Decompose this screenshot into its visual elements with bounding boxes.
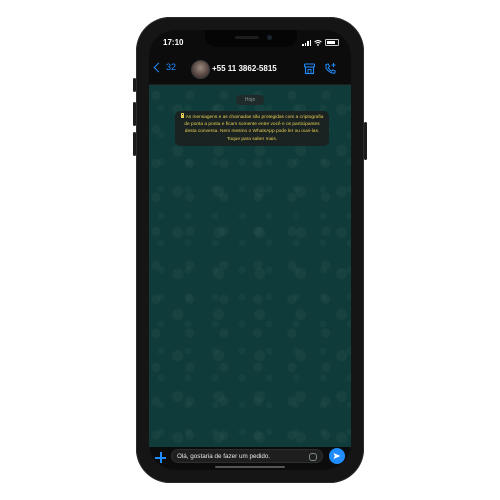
power-button <box>364 122 367 160</box>
date-label: Hoje <box>236 95 264 105</box>
chat-area[interactable]: Hoje As mensagens e as chamadas são prot… <box>149 85 351 447</box>
phone-screen: 17:10 32 +55 11 3862-5815 Hoje As mensag… <box>149 30 351 470</box>
status-icons <box>302 39 339 46</box>
battery-icon <box>325 39 339 46</box>
sticker-icon[interactable] <box>309 453 317 461</box>
store-icon[interactable] <box>303 62 316 75</box>
lock-icon <box>180 113 185 118</box>
send-button[interactable] <box>329 448 345 464</box>
add-call-icon[interactable] <box>324 62 337 75</box>
back-button[interactable]: 32 <box>153 62 177 72</box>
avatar[interactable] <box>191 60 210 79</box>
unread-count: 32 <box>166 62 177 72</box>
plus-icon[interactable] <box>155 452 166 463</box>
status-time: 17:10 <box>163 38 184 47</box>
signal-icon <box>302 39 311 46</box>
chat-header: 32 +55 11 3862-5815 <box>149 54 351 85</box>
status-bar: 17:10 <box>149 30 351 54</box>
notch <box>205 30 297 47</box>
contact-name[interactable]: +55 11 3862-5815 <box>212 64 277 73</box>
speaker-grill <box>235 36 259 39</box>
home-indicator <box>215 466 285 468</box>
encryption-notice-text: As mensagens e as chamadas são protegida… <box>184 115 324 142</box>
front-camera <box>267 35 272 40</box>
wifi-icon <box>314 39 322 46</box>
send-icon <box>333 453 341 459</box>
composer-bar: Olá, gostaria de fazer um pedido. <box>149 447 351 470</box>
back-chevron-icon <box>153 62 164 72</box>
page: 17:10 32 +55 11 3862-5815 Hoje As mensag… <box>0 0 500 500</box>
message-input[interactable]: Olá, gostaria de fazer um pedido. <box>171 449 323 463</box>
encryption-notice[interactable]: As mensagens e as chamadas são protegida… <box>175 111 329 146</box>
